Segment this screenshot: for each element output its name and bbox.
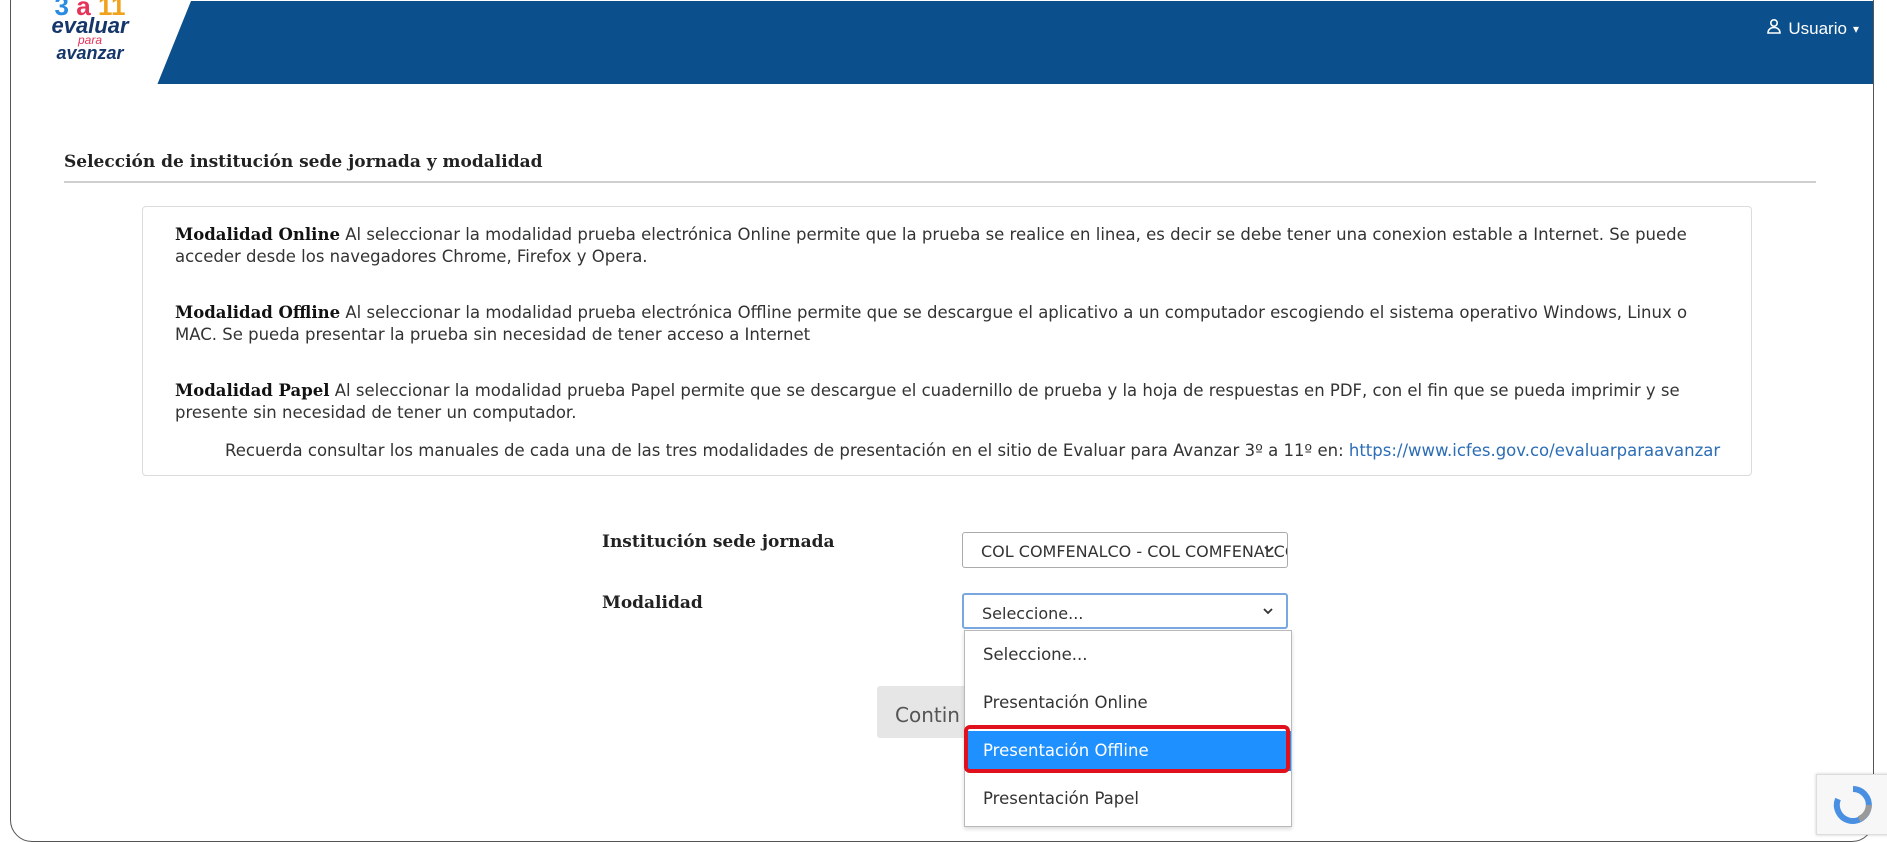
- option-online[interactable]: Presentación Online: [965, 683, 1291, 723]
- institution-select[interactable]: COL COMFENALCO - COL COMFENALCO: [962, 532, 1288, 568]
- user-menu[interactable]: Usuario ▾: [1766, 18, 1859, 39]
- option-paper[interactable]: Presentación Papel: [965, 779, 1291, 819]
- paper-description: Modalidad Papel Al seleccionar la modali…: [175, 380, 1723, 424]
- offline-text: Al seleccionar la modalidad prueba elect…: [175, 303, 1688, 344]
- online-description: Modalidad Online Al seleccionar la modal…: [175, 224, 1723, 268]
- modality-select-value: Seleccione...: [982, 604, 1084, 623]
- paper-text: Al seleccionar la modalidad prueba Papel…: [175, 381, 1680, 422]
- paper-title: Modalidad Papel: [175, 381, 330, 400]
- top-navbar: 3 a 11 evaluar para avanzar Usuario ▾: [11, 0, 1873, 84]
- manuals-note: Recuerda consultar los manuales de cada …: [225, 441, 1720, 460]
- recaptcha-icon: [1833, 786, 1872, 824]
- selection-callout-box: [964, 725, 1290, 773]
- offline-description: Modalidad Offline Al seleccionar la moda…: [175, 302, 1723, 346]
- chevron-down-icon: [1264, 546, 1274, 553]
- user-menu-label: Usuario: [1788, 18, 1847, 38]
- institution-select-value: COL COMFENALCO - COL COMFENALCO: [981, 542, 1288, 561]
- icfes-link[interactable]: https://www.icfes.gov.co/evaluarparaavan…: [1349, 441, 1720, 460]
- manuals-note-text: Recuerda consultar los manuales de cada …: [225, 441, 1344, 460]
- offline-title: Modalidad Offline: [175, 303, 341, 322]
- institution-label: Institución sede jornada: [602, 532, 835, 552]
- online-title: Modalidad Online: [175, 225, 340, 244]
- chevron-down-icon: ▾: [1852, 21, 1859, 36]
- user-icon: [1766, 18, 1782, 39]
- modality-select[interactable]: Seleccione...: [962, 593, 1288, 629]
- online-text: Al seleccionar la modalidad prueba elect…: [175, 225, 1687, 266]
- recaptcha-badge[interactable]: [1816, 774, 1887, 835]
- option-select-placeholder[interactable]: Seleccione...: [965, 635, 1291, 675]
- modality-info-panel: Modalidad Online Al seleccionar la modal…: [142, 206, 1752, 476]
- modality-label: Modalidad: [602, 593, 703, 613]
- logo-word-avanzar: avanzar: [56, 43, 124, 63]
- title-divider: [64, 181, 1816, 183]
- chevron-down-icon: [1263, 608, 1273, 615]
- continue-button-label: Contin: [895, 703, 960, 727]
- evaluar-para-avanzar-logo[interactable]: 3 a 11 evaluar para avanzar: [35, 0, 145, 69]
- page-title: Selección de institución sede jornada y …: [64, 152, 543, 172]
